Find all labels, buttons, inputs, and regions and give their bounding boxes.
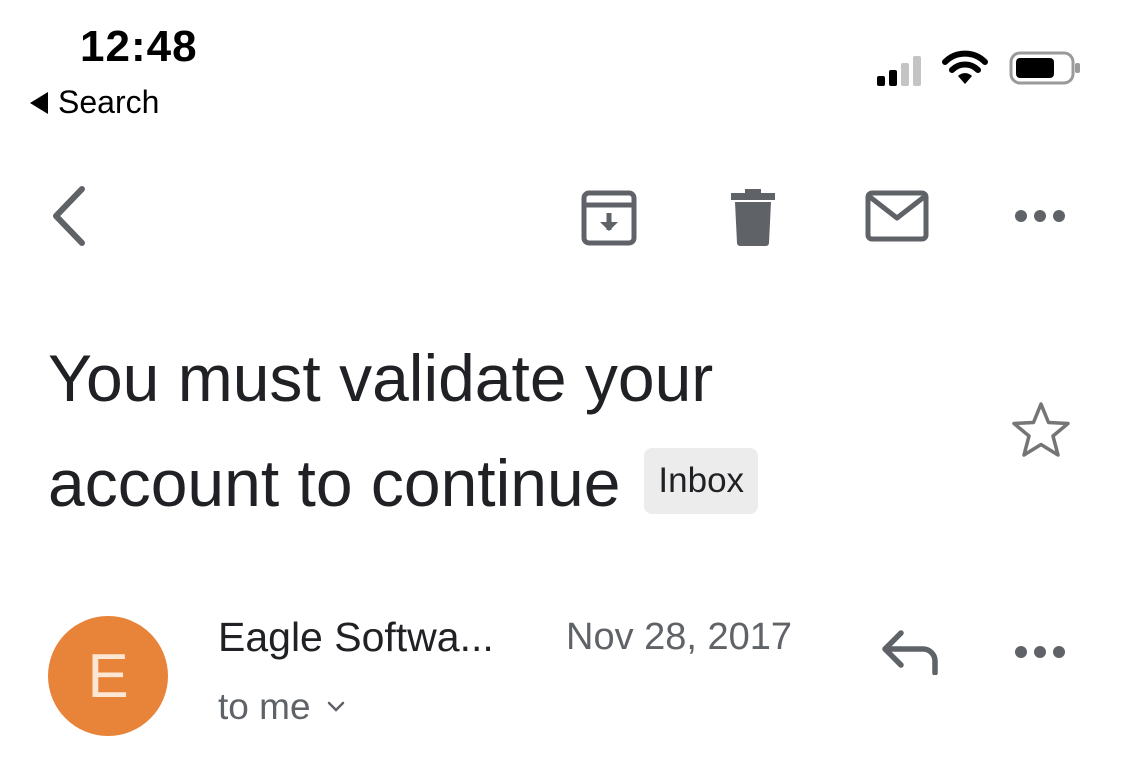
- trash-icon: [731, 189, 775, 246]
- subject-line-2-text: account to continue: [48, 446, 621, 520]
- back-triangle-icon: [30, 91, 48, 114]
- status-icons: [877, 50, 1081, 86]
- mark-unread-button[interactable]: [862, 186, 932, 246]
- email-date: Nov 28, 2017: [566, 616, 793, 658]
- more-icon: [1015, 210, 1065, 222]
- star-button[interactable]: [1010, 400, 1072, 465]
- archive-icon: [581, 190, 637, 246]
- status-time: 12:48: [80, 22, 198, 71]
- reply-button[interactable]: [876, 624, 942, 678]
- subject-line-1: You must validate your: [48, 341, 714, 415]
- mark-unread-icon: [865, 190, 929, 242]
- recipient-details-toggle[interactable]: to me: [218, 686, 345, 728]
- sender-avatar[interactable]: E: [48, 616, 168, 736]
- message-more-button[interactable]: [1010, 632, 1070, 672]
- back-to-app-button[interactable]: Search: [30, 84, 159, 121]
- more-icon: [1015, 646, 1065, 658]
- chevron-down-icon: [327, 701, 344, 712]
- more-options-button[interactable]: [1010, 196, 1070, 236]
- subject-line-2: account to continue Inbox: [48, 431, 898, 536]
- back-to-app-label: Search: [58, 84, 160, 120]
- sender-name[interactable]: Eagle Softwa...: [218, 614, 494, 661]
- recipient-label: to me: [218, 686, 311, 727]
- star-icon: [1012, 402, 1070, 457]
- archive-button[interactable]: [576, 184, 642, 250]
- cellular-signal-icon: [877, 54, 921, 86]
- back-arrow-icon: [53, 186, 85, 246]
- delete-button[interactable]: [722, 184, 784, 250]
- battery-icon: [1009, 51, 1080, 85]
- back-button[interactable]: [38, 180, 98, 252]
- wifi-icon: [942, 50, 988, 84]
- email-subject: You must validate your account to contin…: [48, 326, 898, 536]
- inbox-label-chip[interactable]: Inbox: [644, 447, 759, 514]
- reply-icon: [882, 630, 938, 675]
